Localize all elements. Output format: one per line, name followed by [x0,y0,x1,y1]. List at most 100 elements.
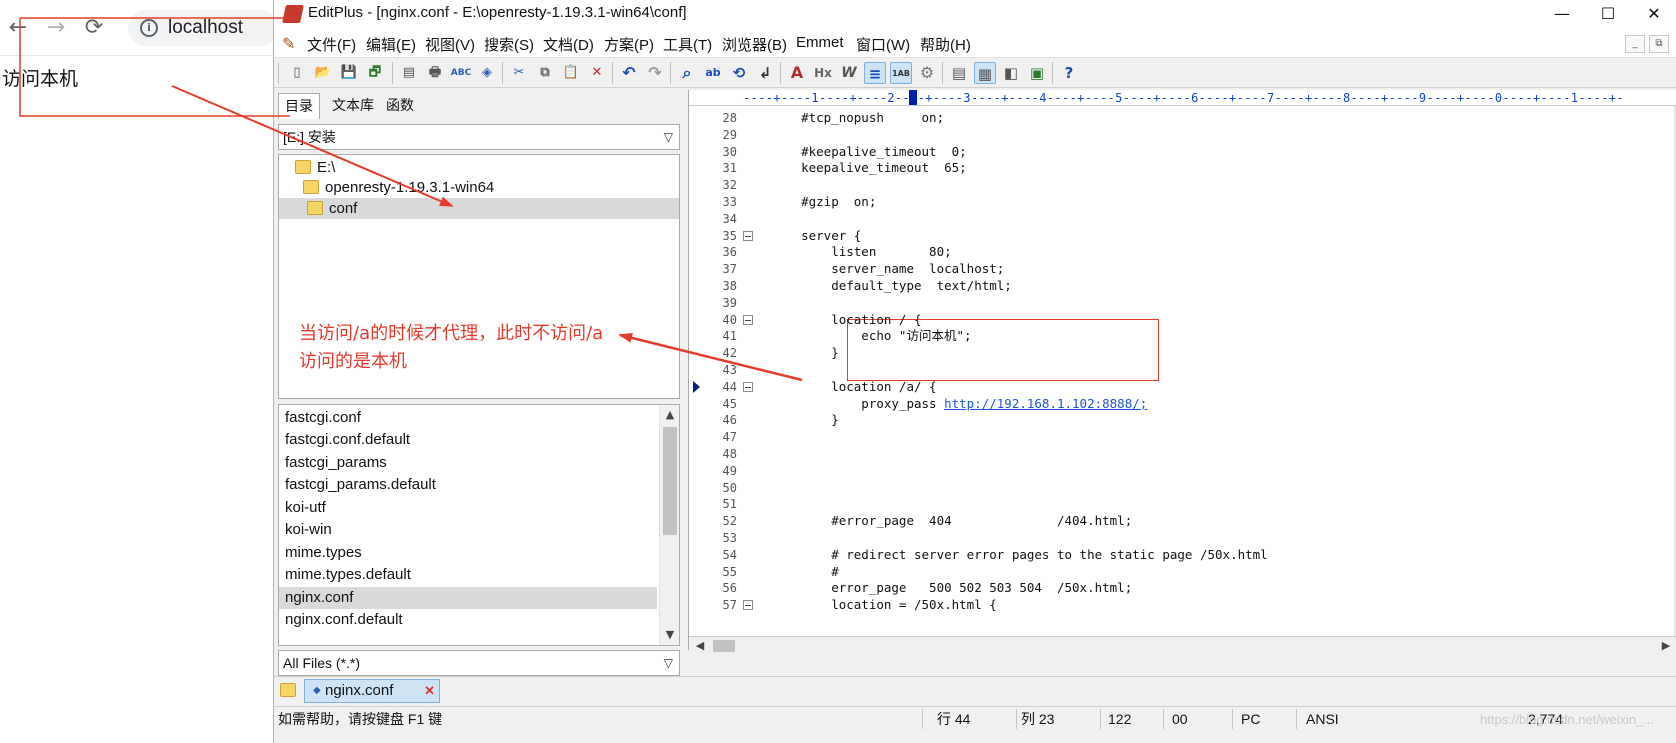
drive-select[interactable]: [E:] 安装 ▽ [278,124,680,150]
code-line[interactable]: proxy_pass http://192.168.1.102:8888/; [771,396,1147,413]
code-line[interactable]: location /a/ { [771,379,936,396]
menu-edit[interactable]: 编辑(E) [366,34,416,55]
goto-line-icon[interactable]: ↲ [754,62,776,84]
reload-icon[interactable]: ⟳ [80,14,108,42]
address-bar[interactable]: i localhost [128,10,278,46]
chevron-down-icon[interactable]: ▽ [664,125,673,149]
replace-icon[interactable]: ab [702,62,724,84]
delete-icon[interactable]: ✕ [586,62,608,84]
close-button[interactable]: ✕ [1631,0,1676,30]
scrollbar-thumb[interactable] [663,427,677,535]
status-encoding[interactable]: ANSI [1306,710,1339,728]
new-file-icon[interactable]: ▯ [286,62,308,84]
back-icon[interactable]: ← [4,14,32,42]
code-line[interactable]: #error_page 404 /404.html; [771,513,1132,530]
panel-icon[interactable]: ▤ [948,62,970,84]
fold-toggle-icon[interactable] [743,314,753,325]
maximize-button[interactable]: ☐ [1585,0,1631,30]
scrollbar-thumb[interactable] [713,640,735,652]
menu-view[interactable]: 视图(V) [425,34,475,55]
directory-icon[interactable]: ▦ [974,62,996,84]
undo-icon[interactable]: ↶ [618,62,640,84]
editor-horizontal-scrollbar[interactable]: ◀ ▶ [689,636,1676,654]
menu-search[interactable]: 搜索(S) [484,34,534,55]
tree-item-openresty[interactable]: openresty-1.19.3.1-win64 [303,177,675,198]
word-wrap-icon[interactable]: W [838,62,860,84]
menu-help[interactable]: 帮助(H) [920,34,971,55]
address-url[interactable]: localhost [168,17,243,39]
scroll-left-icon[interactable]: ◀ [691,637,709,655]
paste-icon[interactable]: 📋 [560,62,582,84]
file-item[interactable]: mime.types [279,542,657,564]
preview-icon[interactable]: ◧ [1000,62,1022,84]
file-item[interactable]: fastcgi_params.default [279,474,657,496]
minimize-button[interactable]: — [1539,0,1585,30]
code-line[interactable]: #tcp_nopush on; [771,110,944,127]
code-line[interactable]: echo "访问本机"; [771,328,971,345]
forward-icon[interactable]: → [42,14,70,42]
html-toolbar-icon[interactable]: ◈ [476,62,498,84]
fold-toggle-icon[interactable] [743,600,753,611]
code-line[interactable]: location / { [771,312,921,329]
mdi-minimize-button[interactable]: _ [1625,35,1645,53]
code-area[interactable]: #tcp_nopush on; #keepalive_timeout 0; ke… [771,106,1661,636]
code-line[interactable]: # redirect server error pages to the sta… [771,547,1268,564]
info-icon[interactable]: i [140,19,158,37]
save-icon[interactable]: 💾 [338,62,360,84]
line-number-icon[interactable]: 1AB [890,62,912,84]
document-tab-nginx-conf[interactable]: ◆ nginx.conf ✕ [304,679,440,703]
font-icon[interactable]: A [786,62,808,84]
code-line[interactable]: keepalive_timeout 65; [771,160,967,177]
code-line[interactable]: } [771,345,839,362]
mdi-restore-button[interactable]: ⧉ [1649,35,1669,53]
file-item[interactable]: fastcgi.conf [279,407,657,429]
find-in-files-icon[interactable]: ⟲ [728,62,750,84]
close-icon[interactable]: ✕ [424,680,435,702]
file-list-scrollbar[interactable]: ▲ ▼ [659,405,679,645]
hx-icon[interactable]: Hx [812,62,834,84]
settings-icon[interactable]: ⚙ [916,62,938,84]
redo-icon[interactable]: ↷ [644,62,666,84]
menu-browser[interactable]: 浏览器(B) [722,34,787,55]
print-icon[interactable]: 🖶 [424,62,446,84]
fold-toggle-icon[interactable] [743,381,753,392]
file-filter-select[interactable]: All Files (*.*) ▽ [278,650,680,676]
editor-pane[interactable]: ----+----1----+----2----+----3----+----4… [688,90,1676,654]
tab-functions[interactable]: 函数 [380,93,420,119]
file-item[interactable]: fastcgi_params [279,452,657,474]
folder-icon[interactable] [280,683,296,697]
help-icon[interactable]: ? [1058,62,1080,84]
code-line[interactable]: #keepalive_timeout 0; [771,144,967,161]
file-item-selected[interactable]: nginx.conf [279,587,657,609]
indent-icon[interactable]: ≡ [864,62,886,84]
spellcheck-icon[interactable]: ABC [450,62,472,84]
menu-document[interactable]: 文档(D) [543,34,594,55]
code-line[interactable]: error_page 500 502 503 504 /50x.html; [771,580,1132,597]
file-item[interactable]: nginx.conf.default [279,609,657,631]
code-line[interactable]: listen 80; [771,244,951,261]
open-file-icon[interactable]: 📂 [312,62,334,84]
menu-window[interactable]: 窗口(W) [856,34,910,55]
tab-cliptext[interactable]: 文本库 [326,93,380,119]
code-line[interactable]: server_name localhost; [771,261,1004,278]
code-line[interactable]: #gzip on; [771,194,876,211]
print-preview-icon[interactable]: ▤ [398,62,420,84]
code-link[interactable]: http://192.168.1.102:8888/; [944,396,1147,411]
tab-directory[interactable]: 目录 [278,93,320,119]
code-line[interactable]: server { [771,228,861,245]
find-icon[interactable]: ⌕ [676,62,698,84]
status-line-ending[interactable]: PC [1241,710,1260,728]
code-line[interactable]: } [771,412,839,429]
file-item[interactable]: mime.types.default [279,564,657,586]
menu-tools[interactable]: 工具(T) [663,34,712,55]
code-line[interactable]: # [771,564,839,581]
file-item[interactable]: fastcgi.conf.default [279,429,657,451]
code-line[interactable]: default_type text/html; [771,278,1012,295]
output-icon[interactable]: ▣ [1026,62,1048,84]
fold-toggle-icon[interactable] [743,230,753,241]
file-item[interactable]: koi-win [279,519,657,541]
copy-icon[interactable]: ⧉ [534,62,556,84]
scroll-up-icon[interactable]: ▲ [660,405,679,425]
save-all-icon[interactable]: 🗗 [364,62,386,84]
tree-item-conf[interactable]: conf [279,198,679,219]
